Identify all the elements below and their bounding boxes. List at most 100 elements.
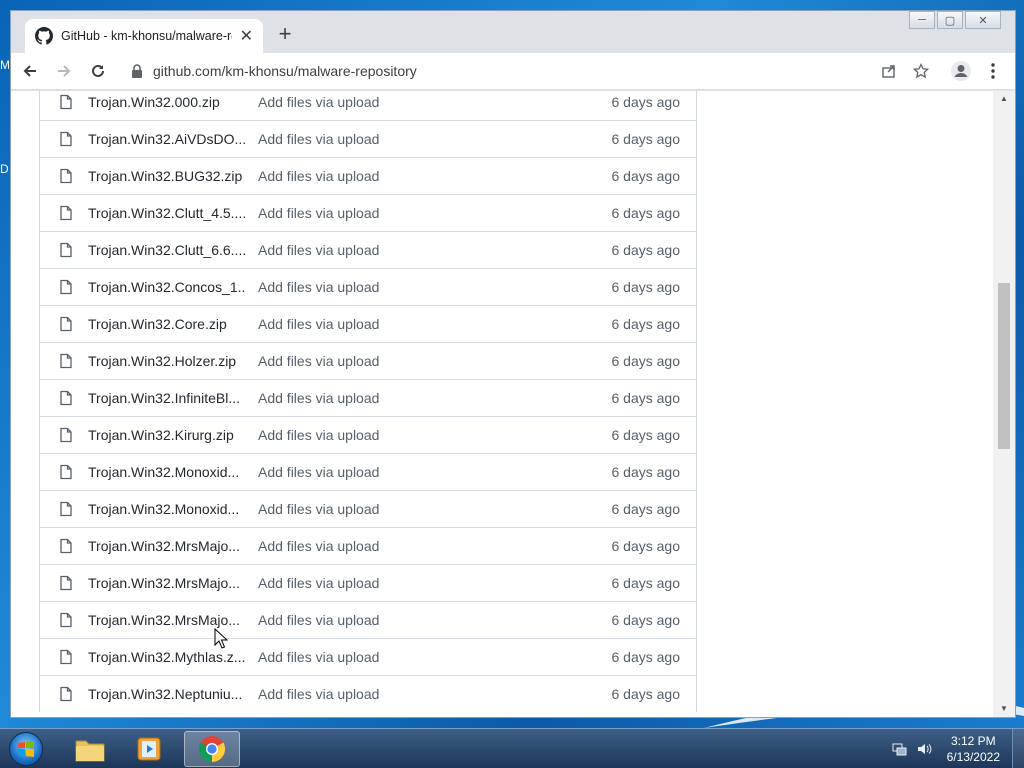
file-name-link[interactable]: Trojan.Win32.Clutt_4.5.... [88, 205, 246, 221]
file-row[interactable]: Trojan.Win32.BUG32.zip Add files via uplo… [40, 157, 696, 194]
commit-message-link[interactable]: Add files via upload [258, 390, 458, 406]
commit-age: 6 days ago [611, 316, 681, 332]
file-name-link[interactable]: Trojan.Win32.Holzer.zip [88, 353, 246, 369]
file-icon [58, 131, 74, 147]
commit-message-link[interactable]: Add files via upload [258, 464, 458, 480]
scroll-up-arrow-icon[interactable]: ▲ [993, 91, 1015, 107]
tab-close-icon[interactable]: ✕ [240, 26, 253, 46]
commit-message-link[interactable]: Add files via upload [258, 612, 458, 628]
share-icon[interactable] [877, 59, 901, 83]
file-row[interactable]: Trojan.Win32.Neptuniu... Add files via up… [40, 675, 696, 712]
file-name-link[interactable]: Trojan.Win32.000.zip [88, 94, 246, 110]
taskbar-clock[interactable]: 3:12 PM 6/13/2022 [947, 733, 1000, 765]
commit-age: 6 days ago [611, 427, 681, 443]
commit-message-link[interactable]: Add files via upload [258, 649, 458, 665]
commit-message-link[interactable]: Add files via upload [258, 686, 458, 702]
file-name-link[interactable]: Trojan.Win32.BUG32.zip [88, 168, 246, 184]
file-row[interactable]: Trojan.Win32.Core.zip Add files via uploa… [40, 305, 696, 342]
tab-strip: GitHub - km-khonsu/malware-re ✕ + ─ ▢ ✕ [11, 11, 1015, 53]
file-icon [58, 390, 74, 406]
address-bar[interactable]: github.com/km-khonsu/malware-repository [121, 57, 943, 85]
scroll-down-arrow-icon[interactable]: ▼ [993, 701, 1015, 717]
file-name-link[interactable]: Trojan.Win32.MrsMajo... [88, 612, 246, 628]
maximize-button[interactable]: ▢ [937, 11, 963, 29]
network-icon[interactable] [891, 740, 909, 758]
taskbar-media-player[interactable] [122, 731, 178, 767]
commit-message-link[interactable]: Add files via upload [258, 242, 458, 258]
github-icon [35, 27, 53, 45]
lock-icon[interactable] [131, 64, 143, 78]
file-row[interactable]: Trojan.Win32.000.zip Add files via upload… [40, 91, 696, 120]
file-icon [58, 168, 74, 184]
commit-message-link[interactable]: Add files via upload [258, 94, 458, 110]
file-name-link[interactable]: Trojan.Win32.Monoxid... [88, 501, 246, 517]
commit-age: 6 days ago [611, 242, 681, 258]
commit-message-link[interactable]: Add files via upload [258, 427, 458, 443]
commit-message-link[interactable]: Add files via upload [258, 353, 458, 369]
browser-toolbar: github.com/km-khonsu/malware-repository [11, 53, 1015, 90]
file-row[interactable]: Trojan.Win32.Kirurg.zip Add files via upl… [40, 416, 696, 453]
desktop-edge-text: M [0, 58, 10, 72]
reload-button[interactable] [83, 56, 113, 86]
file-name-link[interactable]: Trojan.Win32.Core.zip [88, 316, 246, 332]
file-name-link[interactable]: Trojan.Win32.MrsMajo... [88, 538, 246, 554]
file-name-link[interactable]: Trojan.Win32.Mythlas.z... [88, 649, 246, 665]
commit-age: 6 days ago [611, 575, 681, 591]
volume-icon[interactable] [915, 740, 933, 758]
show-desktop-button[interactable] [1012, 729, 1024, 768]
file-row[interactable]: Trojan.Win32.MrsMajo... Add files via upl… [40, 601, 696, 638]
commit-message-link[interactable]: Add files via upload [258, 131, 458, 147]
file-row[interactable]: Trojan.Win32.MrsMajo... Add files via upl… [40, 527, 696, 564]
file-row[interactable]: Trojan.Win32.InfiniteBl... Add files via … [40, 379, 696, 416]
scroll-thumb[interactable] [998, 283, 1010, 449]
file-row[interactable]: Trojan.Win32.Concos_1... Add files via up… [40, 268, 696, 305]
commit-message-link[interactable]: Add files via upload [258, 168, 458, 184]
file-row[interactable]: Trojan.Win32.Clutt_4.5.... Add files via … [40, 194, 696, 231]
commit-message-link[interactable]: Add files via upload [258, 575, 458, 591]
file-name-link[interactable]: Trojan.Win32.MrsMajo... [88, 575, 246, 591]
file-name-link[interactable]: Trojan.Win32.Neptuniu... [88, 686, 246, 702]
back-arrow-icon [23, 65, 36, 77]
chrome-icon [198, 736, 226, 763]
page-scrollbar[interactable]: ▲ ▼ [993, 91, 1015, 717]
taskbar: 3:12 PM 6/13/2022 [0, 728, 1024, 768]
bookmark-star-icon[interactable] [909, 59, 933, 83]
file-row[interactable]: Trojan.Win32.Mythlas.z... Add files via u… [40, 638, 696, 675]
close-window-button[interactable]: ✕ [965, 11, 1001, 29]
file-row[interactable]: Trojan.Win32.Monoxid... Add files via upl… [40, 490, 696, 527]
forward-button[interactable] [49, 56, 79, 86]
commit-message-link[interactable]: Add files via upload [258, 279, 458, 295]
clock-date: 6/13/2022 [946, 750, 1000, 764]
windows-logo-icon [9, 732, 43, 766]
commit-message-link[interactable]: Add files via upload [258, 205, 458, 221]
file-name-link[interactable]: Trojan.Win32.Monoxid... [88, 464, 246, 480]
commit-age: 6 days ago [611, 686, 681, 702]
profile-avatar-icon[interactable] [947, 57, 975, 85]
file-name-link[interactable]: Trojan.Win32.AiVDsDO... [88, 131, 246, 147]
new-tab-button[interactable]: + [273, 23, 297, 47]
taskbar-file-explorer[interactable] [62, 731, 118, 767]
file-row[interactable]: Trojan.Win32.Holzer.zip Add files via upl… [40, 342, 696, 379]
file-row[interactable]: Trojan.Win32.AiVDsDO... Add files via upl… [40, 120, 696, 157]
desktop-edge-text: D [0, 162, 9, 176]
commit-message-link[interactable]: Add files via upload [258, 316, 458, 332]
file-name-link[interactable]: Trojan.Win32.Clutt_6.6.... [88, 242, 246, 258]
commit-message-link[interactable]: Add files via upload [258, 501, 458, 517]
minimize-button[interactable]: ─ [909, 11, 935, 29]
file-row[interactable]: Trojan.Win32.Monoxid... Add files via upl… [40, 453, 696, 490]
file-name-link[interactable]: Trojan.Win32.Kirurg.zip [88, 427, 246, 443]
file-row[interactable]: Trojan.Win32.MrsMajo... Add files via upl… [40, 564, 696, 601]
file-name-link[interactable]: Trojan.Win32.Concos_1... [88, 279, 246, 295]
file-icon [58, 538, 74, 554]
tab-github[interactable]: GitHub - km-khonsu/malware-re ✕ [25, 19, 263, 53]
taskbar-chrome[interactable] [184, 731, 240, 767]
file-name-link[interactable]: Trojan.Win32.InfiniteBl... [88, 390, 246, 406]
more-menu-icon[interactable] [979, 57, 1007, 85]
commit-age: 6 days ago [611, 612, 681, 628]
back-button[interactable] [15, 56, 45, 86]
start-button[interactable] [4, 730, 48, 768]
file-row[interactable]: Trojan.Win32.Clutt_6.6.... Add files via … [40, 231, 696, 268]
commit-message-link[interactable]: Add files via upload [258, 538, 458, 554]
system-tray: 3:12 PM 6/13/2022 [891, 729, 1024, 768]
file-icon [58, 279, 74, 295]
